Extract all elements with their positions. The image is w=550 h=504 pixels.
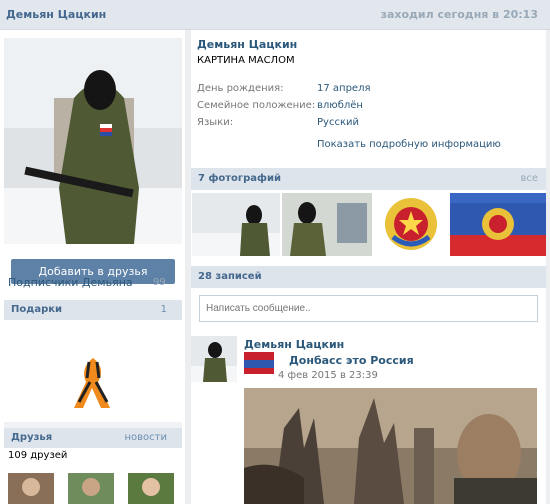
photo-coat-of-arms[interactable] [375,193,447,256]
relationship-label: Семейное положение: [197,100,316,111]
languages-label: Языки: [197,117,234,128]
wall-post-input[interactable] [199,295,538,322]
friends-header[interactable]: Друзья новости [4,428,182,448]
subscribers-count: 99 [153,277,166,288]
wall-header[interactable]: 28 записей [191,266,546,288]
show-more-info-link[interactable]: Показать подробную информацию [317,139,501,150]
photo-thumb[interactable] [282,193,372,256]
post-author-avatar[interactable] [191,336,237,382]
main-column: Демьян Цацкин КАРТИНА МАСЛОМ День рожден… [191,30,546,504]
relationship-value[interactable]: влюблён [317,100,363,111]
friend-avatar[interactable] [8,473,54,504]
online-status: заходил сегодня в 20:13 [380,8,538,21]
wall-title: 28 записей [198,271,262,282]
photos-header[interactable]: 7 фотографий все [191,168,546,190]
photos-title: 7 фотографий [198,173,281,184]
post-image[interactable] [244,388,537,504]
profile-status: КАРТИНА МАСЛОМ [197,55,295,66]
post-author-name[interactable]: Демьян Цацкин [244,338,344,351]
languages-value[interactable]: Русский [317,117,359,128]
friends-list [4,473,182,504]
gifts-count: 1 [160,304,167,315]
subscribers-link[interactable]: Подписчики Демьяна [8,276,133,289]
friend-avatar[interactable] [68,473,114,504]
gifts-title: Подарки [11,304,63,315]
birthday-label: День рождения: [197,83,284,94]
photo-thumb[interactable] [192,193,280,256]
profile-name: Демьян Цацкин [197,38,298,51]
profile-header-bar: Демьян Цацкин заходил сегодня в 20:13 [0,0,550,30]
birthday-value[interactable]: 17 апреля [317,83,370,94]
friends-title: Друзья [11,432,53,443]
friends-news-link[interactable]: новости [125,432,168,443]
photo-flag[interactable] [450,193,546,256]
photos-all-link[interactable]: все [520,173,538,184]
profile-avatar[interactable] [4,38,182,244]
left-column: Добавить в друзья Подписчики Демьяна 99 … [0,30,185,504]
post-date[interactable]: 4 фев 2015 в 23:39 [278,370,378,381]
repost-group-name[interactable]: Донбасс это Россия [289,354,414,367]
header-name[interactable]: Демьян Цацкин [6,8,106,21]
friend-avatar[interactable] [128,473,174,504]
gifts-header[interactable]: Подарки 1 [4,300,182,320]
gift-ribbon-icon[interactable] [4,352,182,412]
friends-count: 109 друзей [8,450,68,461]
repost-group-avatar[interactable] [244,352,274,382]
